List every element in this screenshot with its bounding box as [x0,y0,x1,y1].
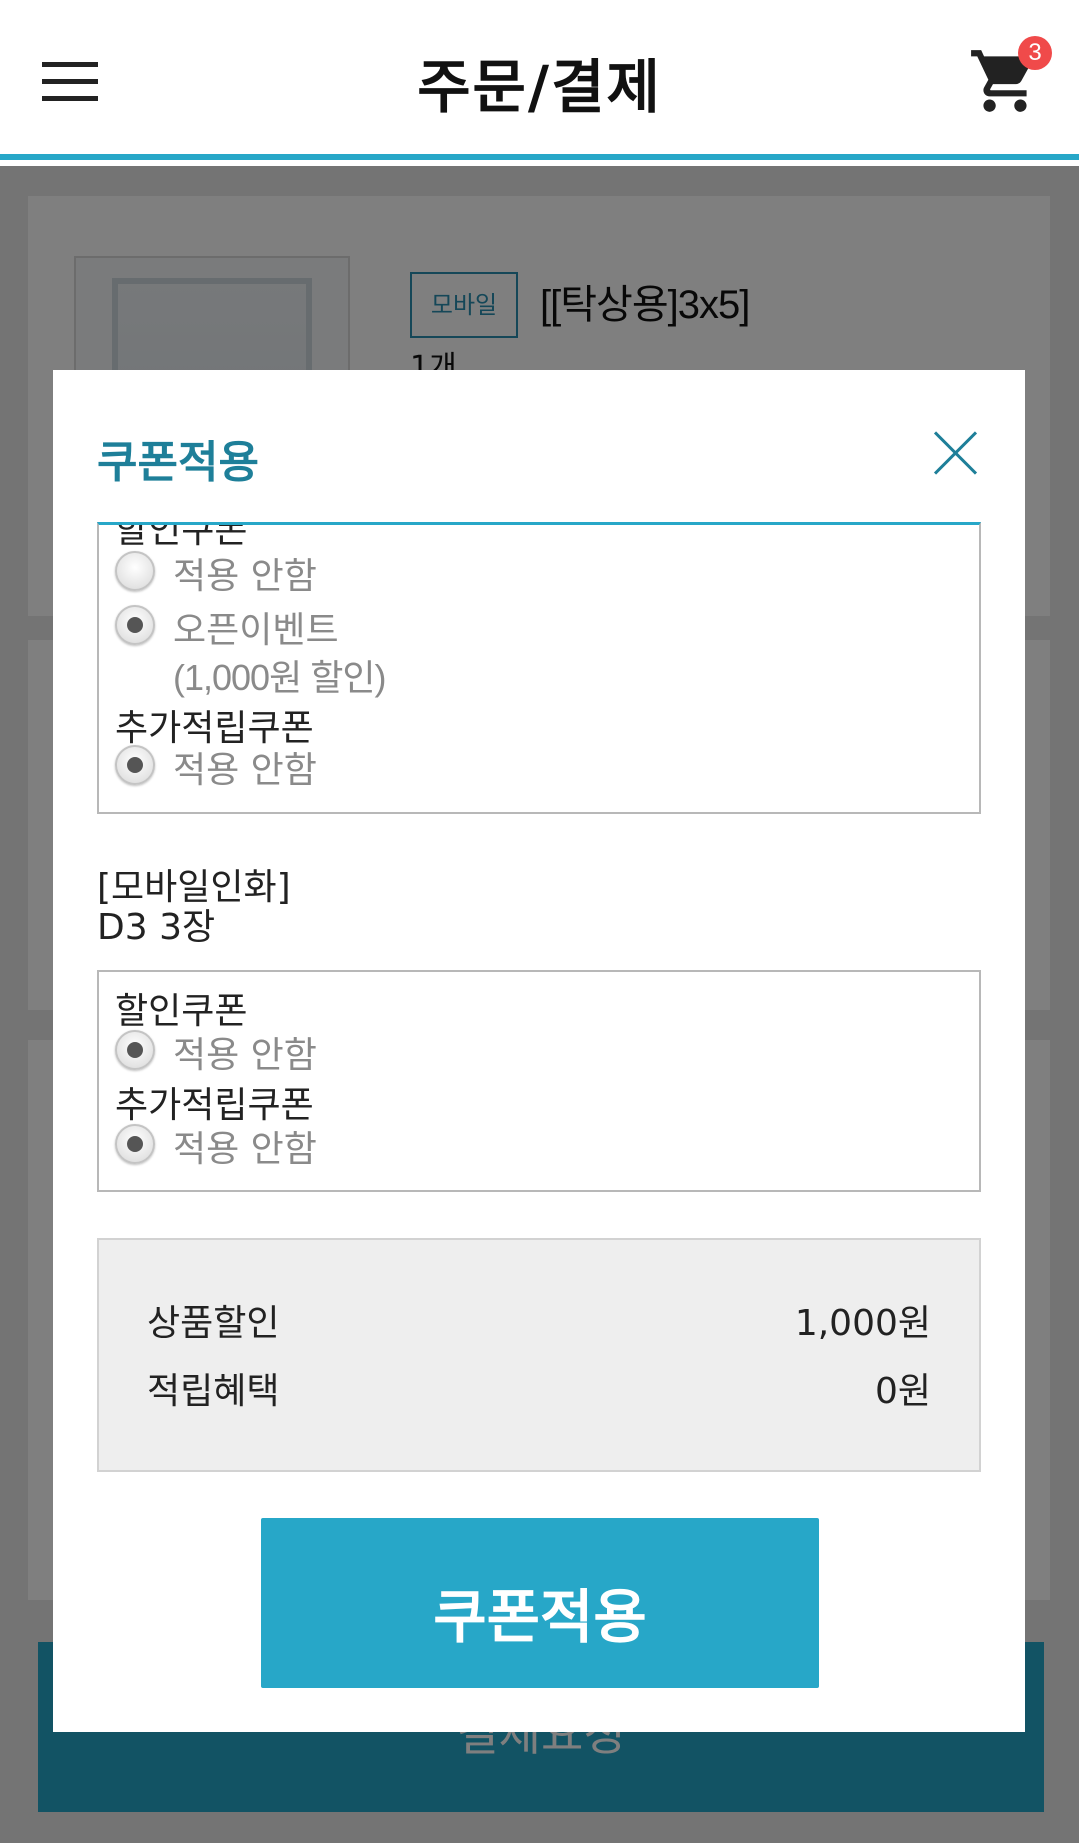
radio-label: 적용 안함 [173,750,317,791]
radio-button-checked[interactable] [115,605,155,645]
radio-label: 적용 안함 [173,1035,317,1076]
product-2-detail: D3 3장 [97,907,216,948]
radio-label: 오픈이벤트 [173,610,339,651]
radio-button-checked[interactable] [115,1124,155,1164]
coupon-options-box-1[interactable]: 할인쿠폰 적용 안함 오픈이벤트 (1,000원 할인) 추가적립쿠폰 적용 안… [97,522,981,814]
close-icon[interactable] [933,430,979,476]
page-title: 주문/결제 [417,53,662,121]
radio-button[interactable] [115,551,155,591]
points-benefit-label: 적립혜택 [147,1371,280,1412]
cart-count-badge: 3 [1018,36,1052,70]
coupon-modal: 쿠폰적용 할인쿠폰 적용 안함 오픈이벤트 (1,000원 할인) 추가적립쿠폰… [53,370,1025,1732]
coupon-discount-note: (1,000원 할인) [173,657,386,698]
product-discount-value: 1,000원 [794,1303,931,1344]
discount-summary: 상품할인 1,000원 적립혜택 0원 [97,1238,981,1472]
product-2-title: [모바일인화] D3 3장 [97,868,291,948]
radio-button-checked[interactable] [115,1030,155,1070]
points-benefit-value: 0원 [874,1371,931,1412]
radio-label: 적용 안함 [173,556,317,597]
product-2-name: [모바일인화] [97,867,291,908]
radio-button-checked[interactable] [115,745,155,785]
app-header: 주문/결제 3 [0,0,1079,160]
coupon-options-box-2[interactable]: 할인쿠폰 적용 안함 추가적립쿠폰 적용 안함 [97,970,981,1192]
radio-label: 적용 안함 [173,1129,317,1170]
product-discount-label: 상품할인 [147,1303,280,1344]
modal-title: 쿠폰적용 [97,437,259,488]
apply-coupon-button[interactable]: 쿠폰적용 [261,1518,819,1688]
apply-coupon-label: 쿠폰적용 [433,1585,647,1650]
